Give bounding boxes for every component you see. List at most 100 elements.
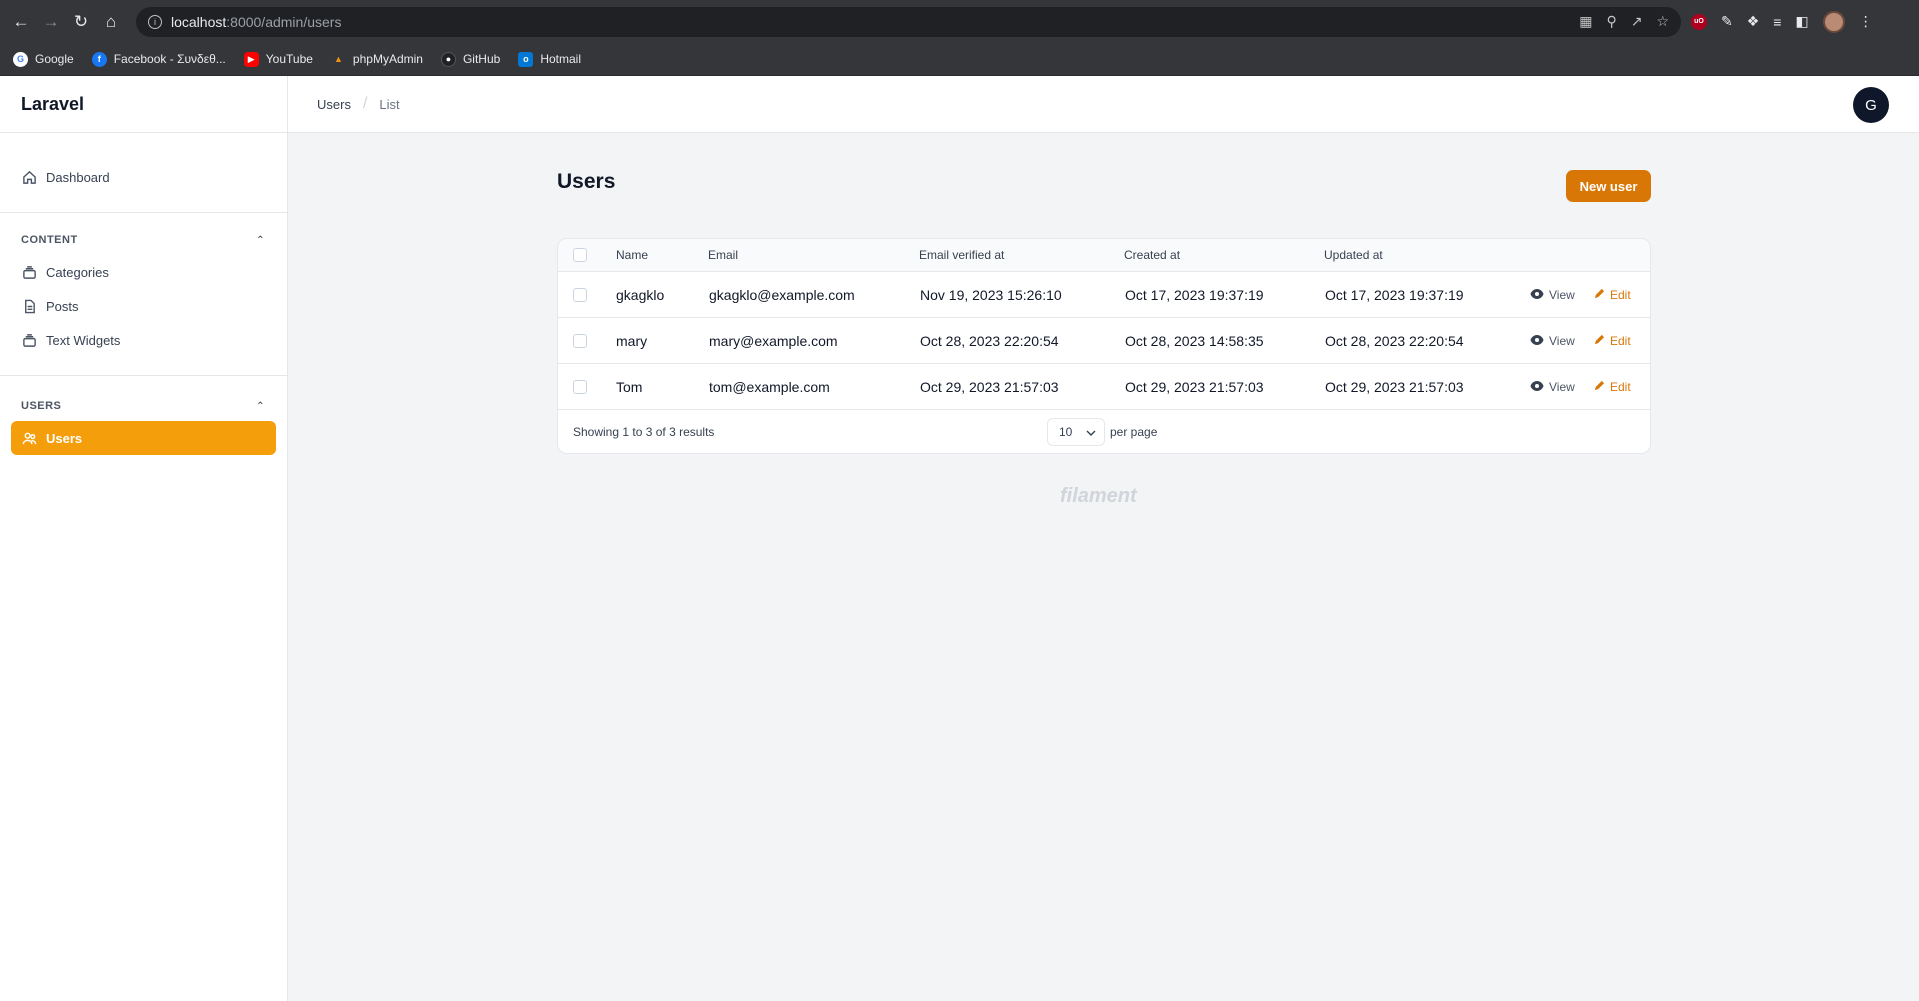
reading-list-icon[interactable]: ≡ (1773, 14, 1781, 30)
column-header-email-verified[interactable]: Email verified at (919, 239, 1004, 271)
site-info-icon[interactable]: i (148, 14, 162, 29)
bookmark-github[interactable]: ● GitHub (440, 51, 500, 67)
breadcrumb-users[interactable]: Users (317, 97, 351, 112)
collection-icon (21, 264, 37, 280)
cell-created: Oct 29, 2023 21:57:03 (1125, 378, 1264, 395)
brand-logo[interactable]: Laravel (0, 76, 287, 133)
new-user-button[interactable]: New user (1566, 170, 1651, 202)
cell-updated: Oct 29, 2023 21:57:03 (1325, 378, 1464, 395)
user-avatar[interactable]: G (1853, 87, 1889, 123)
eyedropper-icon[interactable]: ✎ (1721, 13, 1733, 30)
home-icon[interactable]: ⌂ (96, 7, 126, 37)
bookmark-star-icon[interactable]: ☆ (1656, 13, 1669, 30)
cell-email-verified: Nov 19, 2023 15:26:10 (920, 286, 1062, 303)
github-icon: ● (440, 51, 456, 67)
sidebar-item-text-widgets[interactable]: Text Widgets (0, 323, 287, 357)
pencil-icon (1594, 380, 1605, 394)
ublock-icon[interactable]: uO (1691, 13, 1707, 30)
row-checkbox[interactable] (573, 379, 587, 394)
outlook-icon: o (518, 51, 534, 67)
youtube-icon: ▶ (243, 51, 259, 67)
phpmyadmin-icon: ▲ (333, 54, 343, 64)
collection-icon (21, 332, 37, 348)
sidebar-item-label: Dashboard (46, 169, 110, 185)
chevron-up-icon: ⌃ (256, 234, 265, 246)
column-header-email[interactable]: Email (708, 239, 738, 271)
breadcrumb-separator: / (362, 95, 368, 112)
sidebar-item-dashboard[interactable]: Dashboard (0, 160, 287, 194)
bookmark-facebook[interactable]: f Facebook - Συνδεθ... (91, 51, 226, 67)
side-panel-icon[interactable]: ◧ (1795, 13, 1808, 30)
cell-updated: Oct 28, 2023 22:20:54 (1325, 332, 1464, 349)
eye-icon (1530, 334, 1544, 348)
row-checkbox[interactable] (573, 287, 587, 302)
view-action[interactable]: View (1530, 334, 1575, 348)
column-header-name[interactable]: Name (616, 239, 648, 271)
edit-action[interactable]: Edit (1594, 334, 1631, 348)
sidebar-item-label: Text Widgets (46, 332, 121, 348)
share-icon[interactable]: ↗ (1631, 13, 1643, 30)
bookmark-hotmail[interactable]: o Hotmail (518, 51, 581, 67)
pencil-icon (1594, 288, 1605, 302)
table-footer: Showing 1 to 3 of 3 results 10 per page (558, 410, 1650, 453)
cell-updated: Oct 17, 2023 19:37:19 (1325, 286, 1464, 303)
select-all-checkbox[interactable] (573, 248, 587, 262)
group-users-toggle[interactable]: USERS ⌃ (0, 391, 287, 421)
sidebar-item-label: Categories (46, 264, 109, 280)
url-path: :8000/admin/users (226, 13, 342, 30)
cell-name: Tom (616, 378, 643, 395)
column-header-updated[interactable]: Updated at (1324, 239, 1383, 271)
view-action[interactable]: View (1530, 380, 1575, 394)
per-page-value: 10 (1059, 425, 1073, 439)
facebook-icon: f (91, 51, 107, 67)
bookmark-youtube[interactable]: ▶ YouTube (243, 51, 313, 67)
sidebar-item-posts[interactable]: Posts (0, 289, 287, 323)
sidebar-item-label: Users (46, 430, 83, 446)
eye-icon (1530, 288, 1544, 302)
page-title: Users (557, 170, 616, 193)
menu-icon[interactable]: ⋮ (1859, 13, 1873, 30)
pagination-summary: Showing 1 to 3 of 3 results (573, 425, 715, 439)
cell-created: Oct 28, 2023 14:58:35 (1125, 332, 1264, 349)
zoom-icon[interactable]: ⚲ (1606, 13, 1616, 30)
table-row[interactable]: Tom tom@example.com Oct 29, 2023 21:57:0… (558, 364, 1650, 410)
pencil-icon (1594, 334, 1605, 348)
edit-action[interactable]: Edit (1594, 380, 1631, 394)
cell-name: mary (616, 332, 648, 349)
sidebar-item-categories[interactable]: Categories (0, 255, 287, 289)
per-page-select[interactable]: 10 (1047, 418, 1105, 446)
view-action[interactable]: View (1530, 288, 1575, 302)
address-bar[interactable]: i localhost:8000/admin/users ▦ ⚲ ↗ ☆ (136, 6, 1681, 37)
cell-email: gkagklo@example.com (709, 286, 855, 303)
edit-action[interactable]: Edit (1594, 288, 1631, 302)
column-header-created[interactable]: Created at (1124, 239, 1180, 271)
browser-toolbar: ← → ↻ ⌂ i localhost:8000/admin/users ▦ ⚲… (0, 0, 1919, 43)
sidebar: Laravel Dashboard CONTENT ⌃ Categories P… (0, 76, 288, 1001)
group-label: CONTENT (21, 234, 78, 246)
extensions-icon[interactable]: ❖ (1747, 13, 1760, 30)
bookmarks-bar: G Google f Facebook - Συνδεθ... ▶ YouTub… (0, 43, 1919, 76)
cell-email-verified: Oct 28, 2023 22:20:54 (920, 332, 1059, 349)
group-content-toggle[interactable]: CONTENT ⌃ (0, 225, 287, 255)
sidebar-item-label: Posts (46, 298, 79, 314)
home-icon (21, 169, 37, 185)
bookmark-google[interactable]: G Google (13, 51, 74, 67)
row-checkbox[interactable] (573, 333, 587, 348)
topbar: Users / List G (288, 76, 1919, 133)
url-host: localhost (171, 13, 227, 30)
cell-email: mary@example.com (709, 332, 838, 349)
table-header: Name Email Email verified at Created at … (558, 239, 1650, 272)
table-row[interactable]: gkagklo gkagklo@example.com Nov 19, 2023… (558, 272, 1650, 318)
translate-icon[interactable]: ▦ (1579, 13, 1592, 30)
users-table: Name Email Email verified at Created at … (557, 238, 1651, 454)
table-row[interactable]: mary mary@example.com Oct 28, 2023 22:20… (558, 318, 1650, 364)
google-icon: G (13, 51, 28, 67)
back-icon[interactable]: ← (6, 7, 36, 37)
reload-icon[interactable]: ↻ (66, 7, 96, 37)
bookmark-phpmyadmin[interactable]: ▲ phpMyAdmin (331, 52, 423, 67)
profile-avatar[interactable] (1822, 10, 1845, 33)
sidebar-item-users[interactable]: Users (11, 421, 276, 455)
per-page-label: per page (1110, 425, 1158, 439)
forward-icon[interactable]: → (36, 7, 66, 37)
breadcrumb: Users / List (317, 95, 400, 113)
